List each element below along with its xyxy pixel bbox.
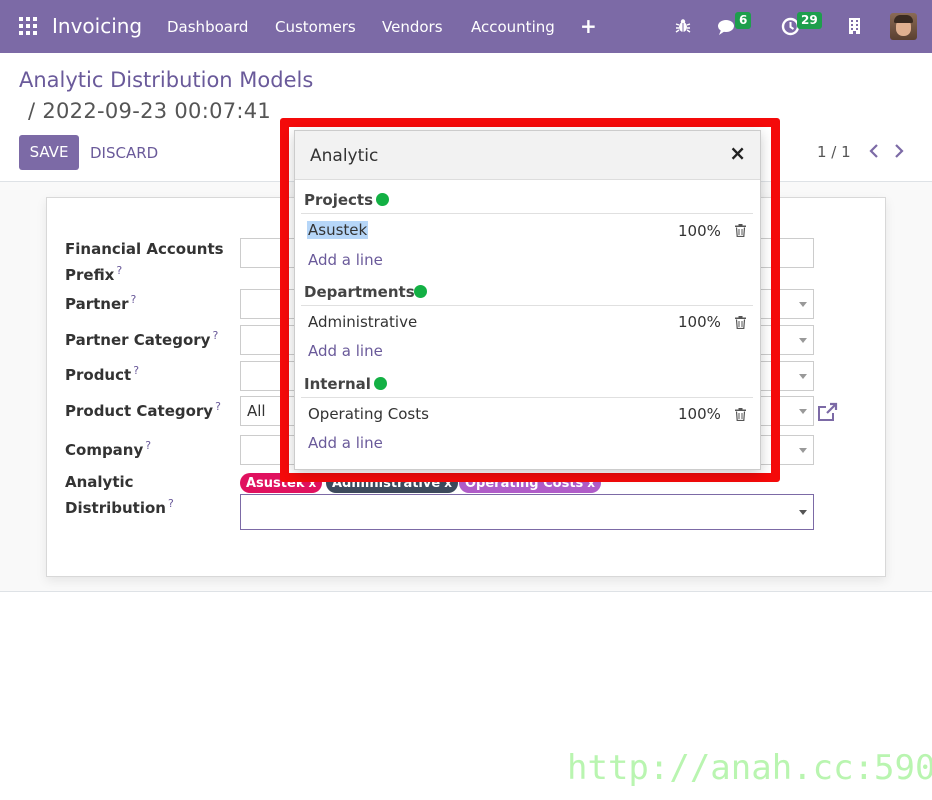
- watermark-text: http://anah.cc:5900: [567, 748, 932, 788]
- group-projects: Projects: [304, 191, 374, 209]
- help-icon: ?: [145, 439, 152, 452]
- help-icon: ?: [130, 293, 137, 306]
- divider: [301, 213, 753, 214]
- line-percentage[interactable]: 100%: [678, 222, 721, 240]
- discard-button[interactable]: DISCARD: [90, 144, 158, 162]
- menu-customers[interactable]: Customers: [275, 18, 356, 36]
- divider: [301, 397, 753, 398]
- line-account-name[interactable]: Asustek: [307, 221, 369, 239]
- user-avatar[interactable]: [890, 13, 917, 40]
- analytic-distribution-input[interactable]: [240, 494, 814, 530]
- plus-icon[interactable]: +: [580, 14, 597, 38]
- help-icon: ?: [167, 497, 174, 510]
- chevron-down-icon: [799, 302, 807, 307]
- product-category-value: All: [247, 402, 266, 420]
- popup-title: Analytic: [310, 146, 379, 166]
- save-button[interactable]: SAVE: [19, 135, 79, 170]
- top-navbar: Invoicing Dashboard Customers Vendors Ac…: [0, 0, 932, 53]
- help-icon: ?: [215, 400, 221, 413]
- chevron-right-icon[interactable]: [893, 143, 905, 159]
- external-link-icon[interactable]: [816, 401, 838, 423]
- breadcrumb-current: / 2022-09-23 00:07:41: [28, 99, 272, 123]
- chevron-down-icon: [799, 409, 807, 414]
- label-analytic-distribution: Analytic Distribution?: [65, 473, 174, 517]
- help-icon: ?: [116, 264, 123, 277]
- group-departments: Departments: [304, 283, 415, 301]
- label-product-category: Product Category?: [65, 400, 221, 420]
- chevron-down-icon: [799, 510, 807, 515]
- messages-count-badge: 6: [735, 12, 752, 29]
- popup-header: Analytic ×: [295, 131, 760, 180]
- trash-icon[interactable]: [735, 408, 746, 421]
- breadcrumb-parent[interactable]: Analytic Distribution Models: [19, 68, 313, 92]
- label-partner: Partner?: [65, 293, 137, 313]
- status-dot: [376, 193, 389, 206]
- company-building-icon[interactable]: [848, 17, 861, 35]
- analytic-popup: Analytic × Projects Asustek 100% Add a l…: [294, 130, 761, 470]
- apps-menu-icon[interactable]: [19, 17, 37, 35]
- menu-accounting[interactable]: Accounting: [471, 18, 555, 36]
- close-icon[interactable]: ×: [729, 141, 746, 165]
- label-product: Product?: [65, 364, 140, 384]
- chevron-left-icon[interactable]: [868, 143, 880, 159]
- group-internal: Internal: [304, 375, 371, 393]
- line-account-name[interactable]: Administrative: [308, 313, 417, 331]
- label-partner-category: Partner Category?: [65, 329, 219, 349]
- bug-icon[interactable]: [675, 18, 691, 34]
- help-icon: ?: [212, 329, 219, 342]
- add-line-link[interactable]: Add a line: [308, 342, 383, 360]
- label-financial-accounts-prefix: Financial Accounts Prefix?: [65, 240, 224, 284]
- line-percentage[interactable]: 100%: [678, 405, 721, 423]
- trash-icon[interactable]: [735, 224, 746, 237]
- trash-icon[interactable]: [735, 316, 746, 329]
- status-dot: [414, 285, 427, 298]
- divider: [301, 305, 753, 306]
- app-name[interactable]: Invoicing: [52, 14, 142, 38]
- activities-count-badge: 29: [797, 12, 822, 29]
- chevron-down-icon: [799, 374, 807, 379]
- status-dot: [374, 377, 387, 390]
- chevron-down-icon: [799, 338, 807, 343]
- label-company: Company?: [65, 439, 152, 459]
- menu-vendors[interactable]: Vendors: [382, 18, 443, 36]
- add-line-link[interactable]: Add a line: [308, 434, 383, 452]
- line-percentage[interactable]: 100%: [678, 313, 721, 331]
- menu-dashboard[interactable]: Dashboard: [167, 18, 248, 36]
- add-line-link[interactable]: Add a line: [308, 251, 383, 269]
- help-icon: ?: [133, 364, 140, 377]
- chevron-down-icon: [799, 448, 807, 453]
- line-account-name[interactable]: Operating Costs: [308, 405, 429, 423]
- pager-value[interactable]: 1 / 1: [817, 143, 851, 161]
